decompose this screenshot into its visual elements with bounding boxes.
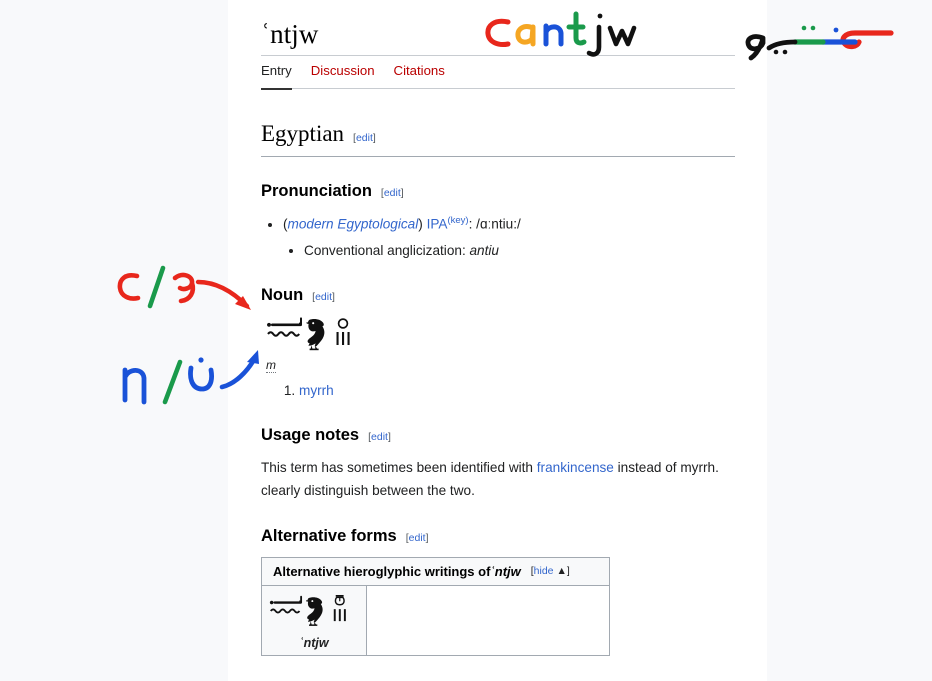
bracket-close: ] bbox=[566, 565, 570, 578]
hieroglyph-group-alt-ayin-n-vulture-vessel bbox=[269, 594, 346, 626]
pronunciation-heading-label: Pronunciation bbox=[261, 182, 372, 200]
edit-link-pronunciation: [edit] bbox=[381, 187, 404, 199]
caption-text: Alternative hieroglyphic writings of bbox=[273, 563, 491, 579]
edit-link[interactable]: edit bbox=[356, 132, 373, 144]
annotation-arabic-ain bbox=[840, 30, 894, 50]
bracket-close: ] bbox=[425, 531, 429, 544]
namespace-tabs: Entry Discussion Citations bbox=[261, 63, 735, 90]
edit-link[interactable]: edit bbox=[384, 187, 401, 199]
glyph-arm-ayin bbox=[267, 316, 302, 327]
alternative-forms-empty-cell bbox=[367, 585, 609, 655]
alternative-forms-caption: Alternative hieroglyphic writings of ʿnt… bbox=[262, 557, 609, 586]
caption-term: ʿntjw bbox=[490, 563, 521, 579]
pronunciation-item: (modern Egyptological) IPA(key): /ɑːntiu… bbox=[283, 210, 734, 261]
usage-notes-text-after: instead of myrrh. bbox=[613, 459, 719, 475]
alternative-form-transliteration: ʿntjw bbox=[299, 635, 329, 650]
bracket-close: ] bbox=[372, 132, 376, 144]
usage-notes-line2: clearly distinguish between the two. bbox=[261, 482, 475, 498]
alternative-forms-table: Alternative hieroglyphic writings of ʿnt… bbox=[261, 556, 610, 656]
glyph-water-n bbox=[267, 330, 300, 337]
annotation-arabic-yeh bbox=[766, 39, 798, 51]
annotation-arabic-yeh-dot2 bbox=[773, 49, 779, 55]
alternative-forms-heading: Alternative forms [edit] bbox=[261, 527, 734, 546]
glyph-circle-determinative bbox=[337, 317, 349, 329]
pronunciation-heading: Pronunciation [edit] bbox=[261, 182, 734, 201]
edit-link-egyptian: [edit] bbox=[353, 124, 376, 152]
pronunciation-list: (modern Egyptological) IPA(key): /ɑːntiu… bbox=[261, 210, 734, 261]
edit-link[interactable]: edit bbox=[371, 431, 388, 443]
annotation-left-latin-ayin bbox=[117, 273, 141, 301]
anglicization-list: Conventional anglicization: antiu bbox=[283, 240, 734, 261]
noun-heading: Noun [edit] bbox=[261, 286, 734, 305]
alternative-forms-body: ʿntjw bbox=[262, 585, 609, 655]
definition-item: myrrh bbox=[299, 380, 734, 401]
usage-notes-paragraph: This term has sometimes been identified … bbox=[261, 456, 773, 502]
annotation-left-arabic-ain bbox=[172, 272, 196, 304]
annotation-left-arabic-noon-dot bbox=[198, 357, 204, 363]
annotation-arabic-teh-dot2 bbox=[810, 25, 816, 31]
hieroglyph-group-ayin-n-vulture-circle bbox=[267, 316, 350, 350]
annotation-left-slash-2 bbox=[162, 359, 183, 405]
ipa-link[interactable]: IPA bbox=[427, 217, 448, 232]
annotation-left-arabic-noon bbox=[188, 365, 214, 392]
edit-link-alternative-forms: [edit] bbox=[406, 532, 429, 544]
hide-toggle[interactable]: [hide ▲] bbox=[531, 565, 570, 577]
alternative-forms-heading-label: Alternative forms bbox=[261, 526, 397, 545]
glyph-bird-vulture bbox=[306, 596, 323, 626]
bracket-close: ] bbox=[332, 290, 335, 303]
glyph-three-strokes-plural bbox=[333, 608, 346, 621]
collapse-arrow-icon: ▲ bbox=[556, 565, 567, 578]
tab-citations[interactable]: Citations bbox=[394, 63, 445, 81]
tab-discussion[interactable]: Discussion bbox=[311, 63, 375, 81]
anglicization-value: antiu bbox=[469, 242, 499, 258]
hieroglyph-headword bbox=[265, 314, 734, 354]
hide-link[interactable]: hide bbox=[534, 565, 554, 577]
glyph-arm-ayin bbox=[269, 595, 303, 604]
usage-notes-text-before: This term has sometimes been identified … bbox=[261, 459, 537, 475]
annotation-arabic-teh-dot1 bbox=[801, 25, 807, 31]
edit-link[interactable]: edit bbox=[409, 532, 426, 544]
annotation-left-slash-1 bbox=[147, 265, 166, 309]
annotation-arabic-yeh-dot1 bbox=[782, 49, 788, 55]
edit-link-noun: [edit] bbox=[312, 291, 335, 303]
definition-list: myrrh bbox=[261, 380, 734, 401]
page-title: ʿntjw bbox=[261, 18, 735, 56]
ipa-value: /ɑːntiu:/ bbox=[476, 216, 521, 232]
annotation-arabic-noon-dot bbox=[833, 27, 839, 33]
usage-notes-heading: Usage notes [edit] bbox=[261, 426, 734, 445]
language-heading: Egyptian [edit] bbox=[261, 120, 735, 157]
gender-label: m bbox=[266, 357, 276, 373]
noun-heading-label: Noun bbox=[261, 285, 304, 304]
content-column: ʿntjw Entry Discussion Citations Egyptia… bbox=[228, 0, 767, 681]
tab-entry[interactable]: Entry bbox=[261, 63, 292, 90]
glyph-vessel-jar bbox=[334, 594, 345, 606]
ipa-colon: : bbox=[468, 216, 473, 232]
anglicization-item: Conventional anglicization: antiu bbox=[304, 240, 734, 261]
paren-close: ) bbox=[418, 216, 423, 232]
page-root: ʿntjw Entry Discussion Citations Egyptia… bbox=[0, 0, 932, 681]
alternative-form-cell: ʿntjw bbox=[262, 585, 367, 655]
ipa-key-link[interactable]: (key) bbox=[447, 215, 468, 226]
edit-link[interactable]: edit bbox=[315, 291, 332, 303]
usage-notes-heading-label: Usage notes bbox=[261, 425, 360, 444]
language-heading-label: Egyptian bbox=[261, 121, 345, 146]
glyph-three-strokes-plural bbox=[336, 331, 350, 345]
glyph-bird-vulture bbox=[306, 318, 325, 350]
frankincense-link[interactable]: frankincense bbox=[537, 460, 614, 475]
definition-link[interactable]: myrrh bbox=[299, 383, 334, 398]
bracket-close: ] bbox=[387, 430, 391, 443]
anglicization-label: Conventional anglicization: bbox=[304, 242, 466, 258]
edit-link-usage-notes: [edit] bbox=[368, 431, 391, 443]
annotation-left-latin-n bbox=[122, 367, 147, 405]
glyph-water-n bbox=[270, 608, 301, 614]
bracket-close: ] bbox=[400, 187, 404, 199]
register-link[interactable]: modern Egyptological bbox=[288, 217, 419, 232]
